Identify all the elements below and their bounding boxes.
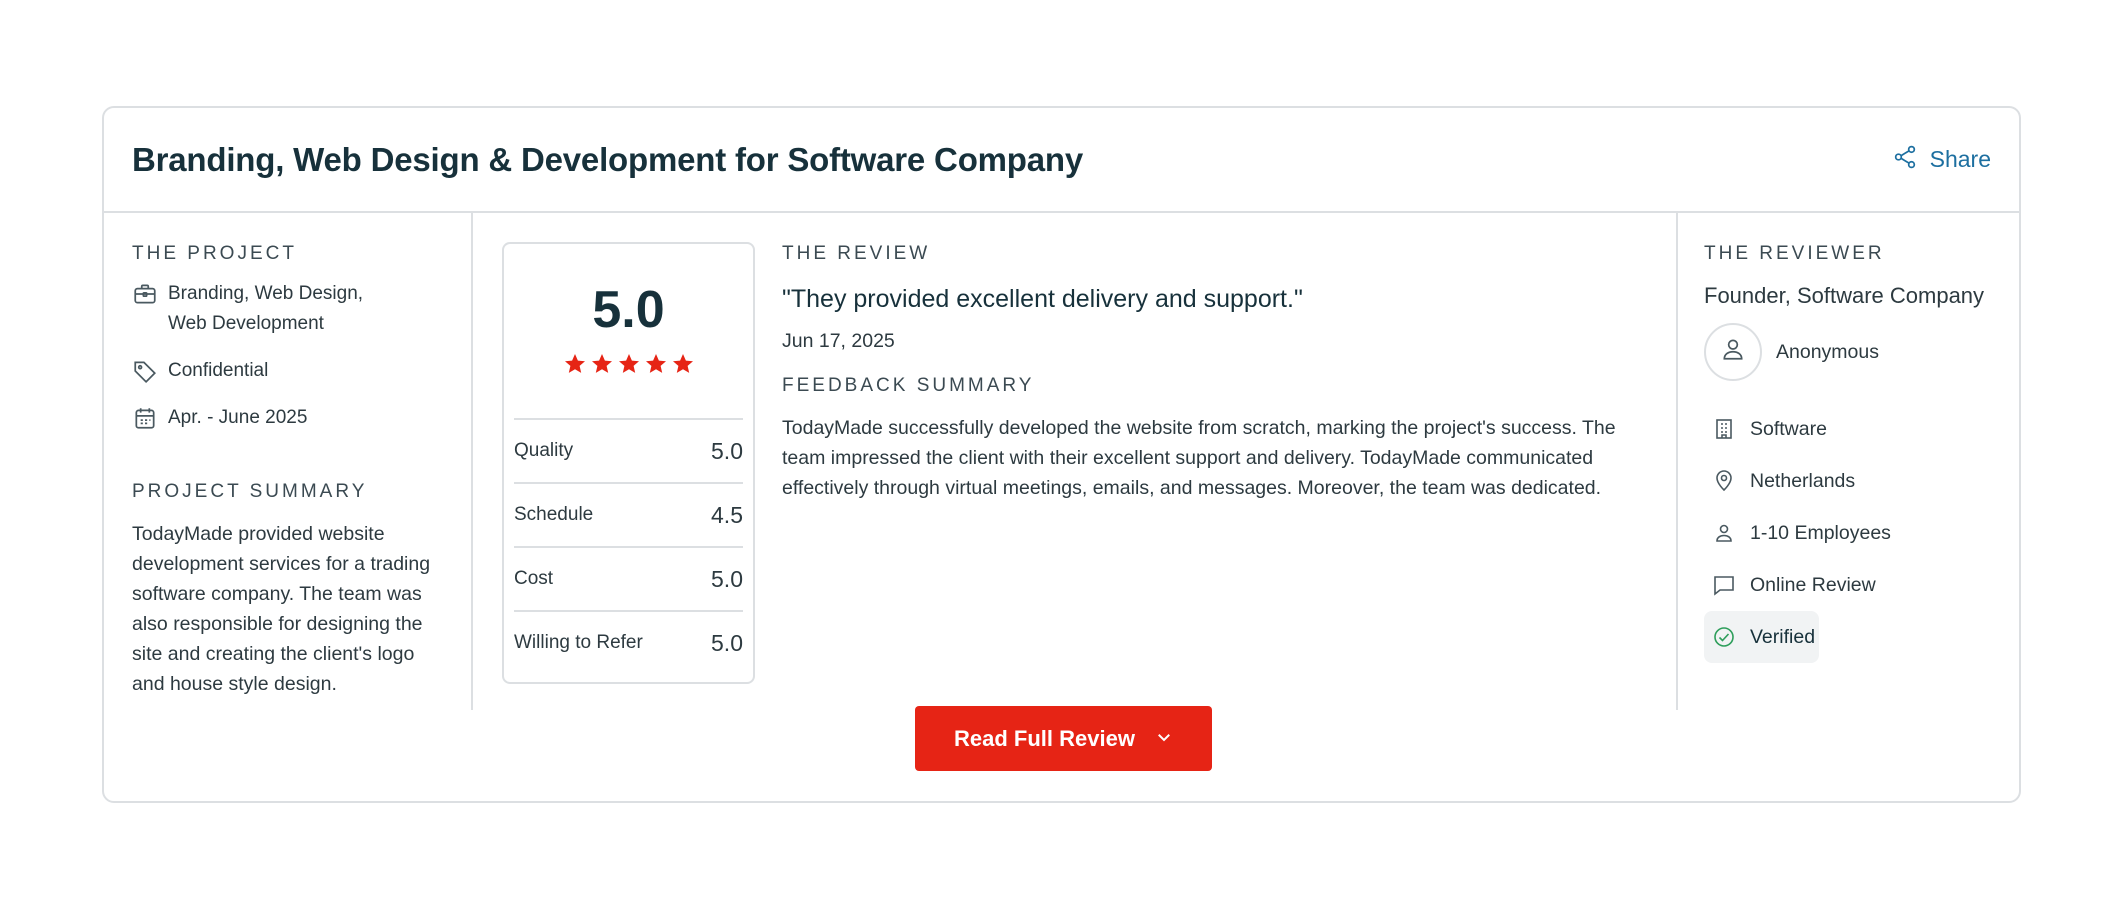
project-budget-value: Confidential <box>168 360 269 381</box>
reviewer-company-size-value: 1-10 Employees <box>1750 521 1891 544</box>
reviewer-location: Netherlands <box>1704 455 2004 507</box>
score-value: 5.0 <box>711 629 743 656</box>
card-body: THE PROJECT Branding, Web Design, Web De… <box>104 213 2019 801</box>
project-timeline-value: Apr. - June 2025 <box>168 407 308 428</box>
read-full-review-button[interactable]: Read Full Review <box>915 706 1212 771</box>
feedback-summary-text: TodayMade successfully developed the web… <box>782 417 1616 499</box>
verified-label: Verified <box>1750 625 1816 648</box>
reviewer-section-label: THE REVIEWER <box>1704 243 1885 264</box>
reviewer-column: THE REVIEWER Founder, Software Company A… <box>1704 213 2004 663</box>
score-row-quality: Quality 5.0 <box>514 418 743 482</box>
review-date: Jun 17, 2025 <box>782 330 895 352</box>
score-row-cost: Cost 5.0 <box>514 546 743 610</box>
reviewer-review-type-value: Online Review <box>1750 573 1876 596</box>
star-icon <box>618 354 639 373</box>
column-divider-right <box>1676 213 1678 710</box>
score-value: 4.5 <box>711 501 743 528</box>
score-label: Quality <box>514 440 574 461</box>
project-services-line1: Branding, Web Design, <box>168 283 364 304</box>
score-row-willing-to-refer: Willing to Refer 5.0 <box>514 610 743 674</box>
share-icon <box>1892 144 1918 176</box>
score-row-schedule: Schedule 4.5 <box>514 482 743 546</box>
star-icon <box>645 354 666 373</box>
rating-box: 5.0 Quality 5.0 Schedule 4.5 Cost 5.0 Wi… <box>502 242 755 684</box>
score-label: Willing to Refer <box>514 632 643 653</box>
person-icon <box>1712 521 1736 545</box>
share-label: Share <box>1929 146 1991 172</box>
feedback-summary-label: FEEDBACK SUMMARY <box>782 375 1035 396</box>
chat-bubble-icon <box>1712 573 1736 597</box>
review-card: Branding, Web Design & Development for S… <box>102 106 2021 803</box>
project-timeline: Apr. - June 2025 <box>132 403 452 433</box>
share-button[interactable]: Share <box>1892 144 1991 176</box>
column-divider-left <box>471 213 473 710</box>
check-circle-icon <box>1712 625 1736 649</box>
review-column: THE REVIEW "They provided excellent deli… <box>782 213 1642 503</box>
read-full-review-label: Read Full Review <box>954 725 1135 751</box>
reviewer-review-type: Online Review <box>1704 559 2004 611</box>
score-value: 5.0 <box>711 565 743 592</box>
reviewer-name: Anonymous <box>1776 340 1879 363</box>
project-summary-label: PROJECT SUMMARY <box>132 481 368 502</box>
project-budget: Confidential <box>132 356 452 386</box>
reviewer-location-value: Netherlands <box>1750 469 1856 492</box>
reviewer-details: Software Netherlands 1-10 Employees Onli… <box>1704 403 2004 663</box>
user-icon <box>1720 336 1746 368</box>
star-icon <box>591 354 612 373</box>
chevron-down-icon <box>1155 726 1173 752</box>
score-value: 5.0 <box>711 437 743 464</box>
card-header: Branding, Web Design & Development for S… <box>104 108 2019 213</box>
reviewer-industry-value: Software <box>1750 417 1827 440</box>
briefcase-icon <box>132 281 158 307</box>
score-label: Schedule <box>514 504 594 525</box>
project-summary-text: TodayMade provided website development s… <box>132 523 431 695</box>
review-title: Branding, Web Design & Development for S… <box>132 140 1084 178</box>
calendar-icon <box>132 405 158 431</box>
review-section-label: THE REVIEW <box>782 243 931 264</box>
reviewer-role: Founder, Software Company <box>1704 283 1985 308</box>
star-rating <box>504 352 753 376</box>
tag-icon <box>132 358 158 384</box>
review-quote: "They provided excellent delivery and su… <box>782 285 1303 313</box>
project-column: THE PROJECT Branding, Web Design, Web De… <box>132 213 452 699</box>
verified-badge: Verified <box>1704 611 1819 663</box>
project-section-label: THE PROJECT <box>132 243 297 264</box>
location-pin-icon <box>1712 469 1736 493</box>
reviewer-industry: Software <box>1704 403 2004 455</box>
star-icon <box>672 354 693 373</box>
project-services: Branding, Web Design, Web Development <box>132 279 452 339</box>
reviewer-company-size: 1-10 Employees <box>1704 507 2004 559</box>
overall-rating: 5.0 <box>592 281 665 339</box>
score-label: Cost <box>514 568 554 589</box>
project-services-line2: Web Development <box>168 313 324 334</box>
reviewer-identity: Anonymous <box>1704 323 2004 381</box>
score-list: Quality 5.0 Schedule 4.5 Cost 5.0 Willin… <box>514 418 743 674</box>
building-icon <box>1712 417 1736 441</box>
star-icon <box>564 354 585 373</box>
avatar <box>1704 323 1762 381</box>
